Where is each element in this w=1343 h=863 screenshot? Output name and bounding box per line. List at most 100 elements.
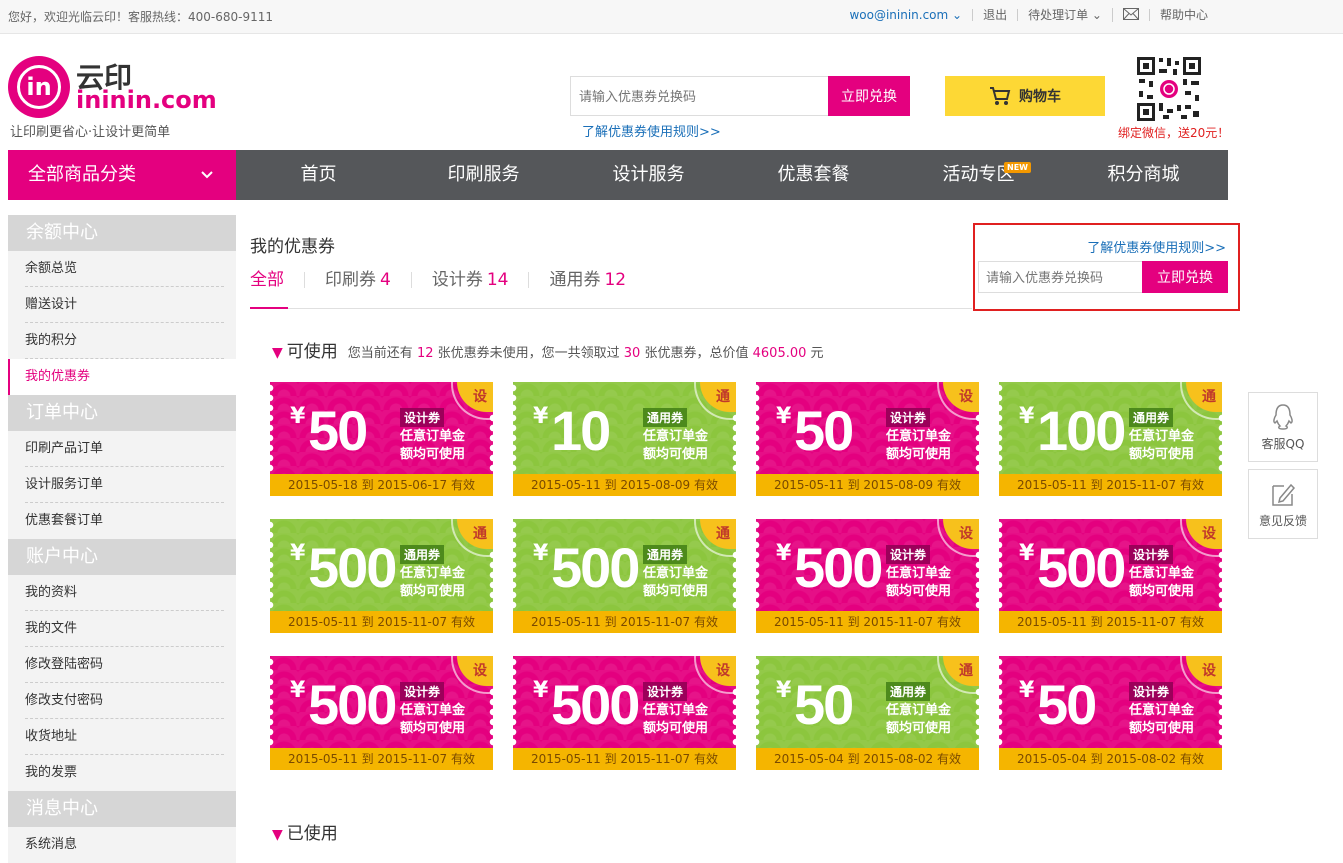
header-redeem-button[interactable]: 立即兑换 xyxy=(828,76,910,116)
coupon-type: 设计券 xyxy=(400,682,445,701)
coupon-amount: 50 xyxy=(794,399,854,462)
summary-text-b: 张优惠券未使用，您一共领取过 xyxy=(437,346,620,361)
tab-print[interactable]: 印刷券 4 xyxy=(325,270,412,290)
sidebar-item-balance-overview[interactable]: 余额总览 xyxy=(8,251,236,287)
coupon-card[interactable]: ¥100 通用券 任意订单金额均可使用 通 2015-05-11 到 2015-11-0… xyxy=(999,382,1222,496)
coupon-desc: 任意订单金额均可使用 xyxy=(886,703,952,736)
coupon-card[interactable]: ¥500 设计券 任意订单金额均可使用 设 2015-05-11 到 2015-11-0… xyxy=(756,519,979,633)
coupon-corner-badge: 通 xyxy=(694,519,736,557)
used-title: 已使用 xyxy=(286,824,338,844)
coupon-card[interactable]: ¥50 通用券 任意订单金额均可使用 通 2015-05-04 到 2015-08-02… xyxy=(756,656,979,770)
sidebar-item-invoice[interactable]: 我的发票 xyxy=(8,755,236,791)
nav-home[interactable]: 首页 xyxy=(236,150,401,200)
sidebar-item-system-messages[interactable]: 系统消息 xyxy=(8,827,236,863)
all-categories-menu[interactable]: 全部商品分类 xyxy=(8,150,236,200)
coupon-type: 设计券 xyxy=(1129,545,1174,564)
yen-symbol: ¥ xyxy=(1019,678,1035,703)
coupon-card[interactable]: ¥50 设计券 任意订单金额均可使用 设 2015-05-11 到 2015-08-09… xyxy=(756,382,979,496)
coupon-face: ¥500 通用券 任意订单金额均可使用 通 xyxy=(270,519,493,611)
yen-symbol: ¥ xyxy=(290,404,306,429)
summary-text-c: 张优惠券，总价值 xyxy=(644,346,749,361)
tab-active-indicator xyxy=(250,307,288,309)
coupon-valid-date: 2015-05-11 到 2015-11-07 有效 xyxy=(999,474,1222,496)
coupon-card[interactable]: ¥500 设计券 任意订单金额均可使用 设 2015-05-11 到 2015-11-0… xyxy=(999,519,1222,633)
coupon-corner-badge: 设 xyxy=(1180,656,1222,694)
user-email-menu[interactable]: woo@ininin.com ⌄ xyxy=(839,9,972,21)
site-logo[interactable]: in 云印 ininin.com 让印刷更省心·让设计更简单 xyxy=(8,56,217,141)
sidebar-item-coupons[interactable]: 我的优惠券 xyxy=(8,359,236,395)
sidebar-group-account: 账户中心 xyxy=(8,539,236,575)
coupon-desc: 任意订单金额均可使用 xyxy=(1129,703,1195,736)
coupon-type: 通用券 xyxy=(643,408,688,427)
tab-design[interactable]: 设计券 14 xyxy=(431,270,530,290)
sidebar-item-profile[interactable]: 我的资料 xyxy=(8,575,236,611)
yen-symbol: ¥ xyxy=(533,678,549,703)
redeem-rule-link[interactable]: 了解优惠券使用规则>> xyxy=(1087,237,1226,256)
coupon-amount: 500 xyxy=(308,673,397,736)
sidebar-item-design-orders[interactable]: 设计服务订单 xyxy=(8,467,236,503)
sidebar-item-points[interactable]: 我的积分 xyxy=(8,323,236,359)
available-summary: 您当前还有 12 张优惠券未使用，您一共领取过 30 张优惠券，总价值 4605… xyxy=(348,342,824,361)
sidebar-item-package-orders[interactable]: 优惠套餐订单 xyxy=(8,503,236,539)
coupon-amount: 50 xyxy=(308,399,368,462)
unused-count: 12 xyxy=(416,346,434,361)
header-coupon-input[interactable] xyxy=(571,77,829,115)
coupon-valid-date: 2015-05-18 到 2015-06-17 有效 xyxy=(270,474,493,496)
redeem-code-input[interactable] xyxy=(978,261,1144,293)
coupon-face: ¥500 设计券 任意订单金额均可使用 设 xyxy=(756,519,979,611)
nav-activities[interactable]: 活动专区 NEW xyxy=(896,150,1061,200)
coupon-type: 设计券 xyxy=(400,408,445,427)
coupon-desc: 任意订单金额均可使用 xyxy=(400,566,466,599)
sidebar-item-files[interactable]: 我的文件 xyxy=(8,611,236,647)
coupon-card[interactable]: ¥50 设计券 任意订单金额均可使用 设 2015-05-18 到 2015-06-17… xyxy=(270,382,493,496)
sidebar-item-pay-password[interactable]: 修改支付密码 xyxy=(8,683,236,719)
coupon-face: ¥500 设计券 任意订单金额均可使用 设 xyxy=(513,656,736,748)
nav-design-service[interactable]: 设计服务 xyxy=(566,150,731,200)
logo-mark-icon: in xyxy=(8,56,70,118)
cart-label: 购物车 xyxy=(1019,89,1061,105)
redeem-button[interactable]: 立即兑换 xyxy=(1142,261,1228,293)
coupon-card[interactable]: ¥500 设计券 任意订单金额均可使用 设 2015-05-11 到 2015-11-0… xyxy=(513,656,736,770)
coupon-edge xyxy=(270,656,276,748)
mail-icon[interactable] xyxy=(1111,8,1149,22)
coupon-amount: 100 xyxy=(1037,399,1126,462)
coupon-face: ¥50 设计券 任意订单金额均可使用 设 xyxy=(756,382,979,474)
help-center-link[interactable]: 帮助中心 xyxy=(1148,9,1218,21)
sidebar-item-login-password[interactable]: 修改登陆密码 xyxy=(8,647,236,683)
sidebar-item-gift-design[interactable]: 赠送设计 xyxy=(8,287,236,323)
sidebar-item-address[interactable]: 收货地址 xyxy=(8,719,236,755)
coupon-corner-badge: 通 xyxy=(937,656,979,694)
nav-packages[interactable]: 优惠套餐 xyxy=(731,150,896,200)
coupon-edge xyxy=(999,382,1005,474)
nav-points-mall[interactable]: 积分商城 xyxy=(1061,150,1226,200)
coupon-card[interactable]: ¥10 通用券 任意订单金额均可使用 通 2015-05-11 到 2015-08-09… xyxy=(513,382,736,496)
coupon-valid-date: 2015-05-11 到 2015-11-07 有效 xyxy=(513,611,736,633)
coupon-valid-date: 2015-05-11 到 2015-11-07 有效 xyxy=(270,611,493,633)
coupon-valid-date: 2015-05-04 到 2015-08-02 有效 xyxy=(756,748,979,770)
pending-orders-menu[interactable]: 待处理订单 ⌄ xyxy=(1017,9,1112,21)
customer-service-qq-button[interactable]: 客服QQ xyxy=(1248,392,1318,462)
tab-print-label: 印刷券 xyxy=(325,270,376,290)
coupon-face: ¥50 设计券 任意订单金额均可使用 设 xyxy=(999,656,1222,748)
feedback-button[interactable]: 意见反馈 xyxy=(1248,469,1318,539)
coupon-desc: 任意订单金额均可使用 xyxy=(1129,566,1195,599)
tab-all[interactable]: 全部 xyxy=(250,272,305,289)
chevron-down-icon xyxy=(200,150,214,200)
coupon-card[interactable]: ¥500 通用券 任意订单金额均可使用 通 2015-05-11 到 2015-11-0… xyxy=(513,519,736,633)
sidebar-item-print-orders[interactable]: 印刷产品订单 xyxy=(8,431,236,467)
coupon-card[interactable]: ¥50 设计券 任意订单金额均可使用 设 2015-05-04 到 2015-08-02… xyxy=(999,656,1222,770)
nav-print-service[interactable]: 印刷服务 xyxy=(401,150,566,200)
logout-link[interactable]: 退出 xyxy=(972,9,1017,21)
coupon-corner-badge: 通 xyxy=(1180,382,1222,420)
yen-symbol: ¥ xyxy=(1019,541,1035,566)
coupon-amount: 500 xyxy=(551,673,640,736)
header-rule-link[interactable]: 了解优惠券使用规则>> xyxy=(582,121,721,140)
coupon-card[interactable]: ¥500 设计券 任意订单金额均可使用 设 2015-05-11 到 2015-11-0… xyxy=(270,656,493,770)
yen-symbol: ¥ xyxy=(776,404,792,429)
qq-icon xyxy=(1273,404,1293,430)
cart-button[interactable]: 购物车 xyxy=(945,76,1105,116)
tab-design-label: 设计券 xyxy=(431,270,483,290)
tab-general[interactable]: 通用券 12 xyxy=(549,272,646,289)
coupon-type: 设计券 xyxy=(643,682,688,701)
coupon-card[interactable]: ¥500 通用券 任意订单金额均可使用 通 2015-05-11 到 2015-11-0… xyxy=(270,519,493,633)
